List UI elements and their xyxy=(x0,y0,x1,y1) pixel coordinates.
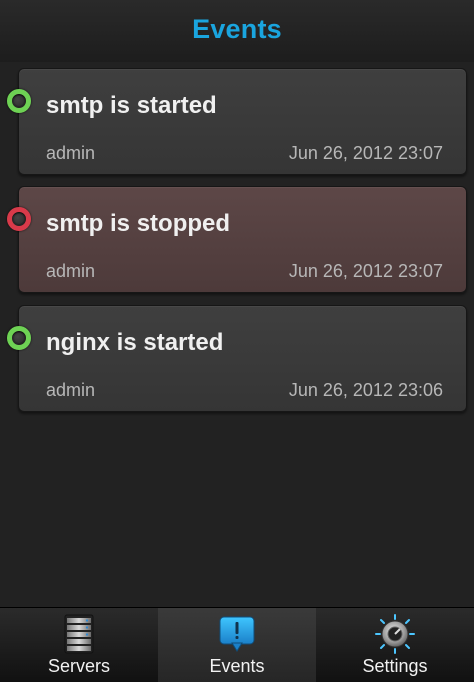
event-title: smtp is started xyxy=(46,92,217,119)
event-title: smtp is stopped xyxy=(46,210,231,237)
tab-servers-label: Servers xyxy=(47,656,110,676)
server-rack-icon xyxy=(64,614,94,654)
event-timestamp: Jun 26, 2012 23:07 xyxy=(288,143,443,163)
settings-gear-icon xyxy=(375,614,415,654)
status-started-icon xyxy=(7,326,31,350)
event-timestamp: Jun 26, 2012 23:06 xyxy=(288,380,443,400)
event-timestamp: Jun 26, 2012 23:07 xyxy=(288,261,443,281)
status-stopped-icon xyxy=(7,207,31,231)
tab-events-label: Events xyxy=(209,656,265,676)
tab-servers[interactable]: Servers xyxy=(0,608,158,682)
tab-settings-label: Settings xyxy=(362,656,428,676)
event-item-smtp-stopped[interactable]: smtp is stopped admin Jun 26, 2012 23:07 xyxy=(7,186,467,293)
event-list: smtp is started admin Jun 26, 2012 23:07… xyxy=(0,62,474,607)
event-title: nginx is started xyxy=(46,329,224,356)
status-dot-center xyxy=(14,333,24,343)
event-user: admin xyxy=(46,143,96,163)
tab-bar: Servers Events Settings xyxy=(0,607,474,682)
event-user: admin xyxy=(46,261,96,281)
event-user: admin xyxy=(46,380,96,400)
tab-events[interactable]: Events xyxy=(158,608,316,682)
event-item-nginx-started[interactable]: nginx is started admin Jun 26, 2012 23:0… xyxy=(7,305,467,412)
status-dot-center xyxy=(14,214,24,224)
app: Events smtp is started admin Jun 26, 201… xyxy=(0,0,474,682)
status-started-icon xyxy=(7,89,31,113)
navigation-header: Events xyxy=(0,0,474,63)
event-item-smtp-started[interactable]: smtp is started admin Jun 26, 2012 23:07 xyxy=(7,68,467,175)
tab-settings[interactable]: Settings xyxy=(316,608,474,682)
events-alert-icon xyxy=(219,616,255,652)
status-dot-center xyxy=(14,96,24,106)
page-title: Events xyxy=(192,14,282,44)
